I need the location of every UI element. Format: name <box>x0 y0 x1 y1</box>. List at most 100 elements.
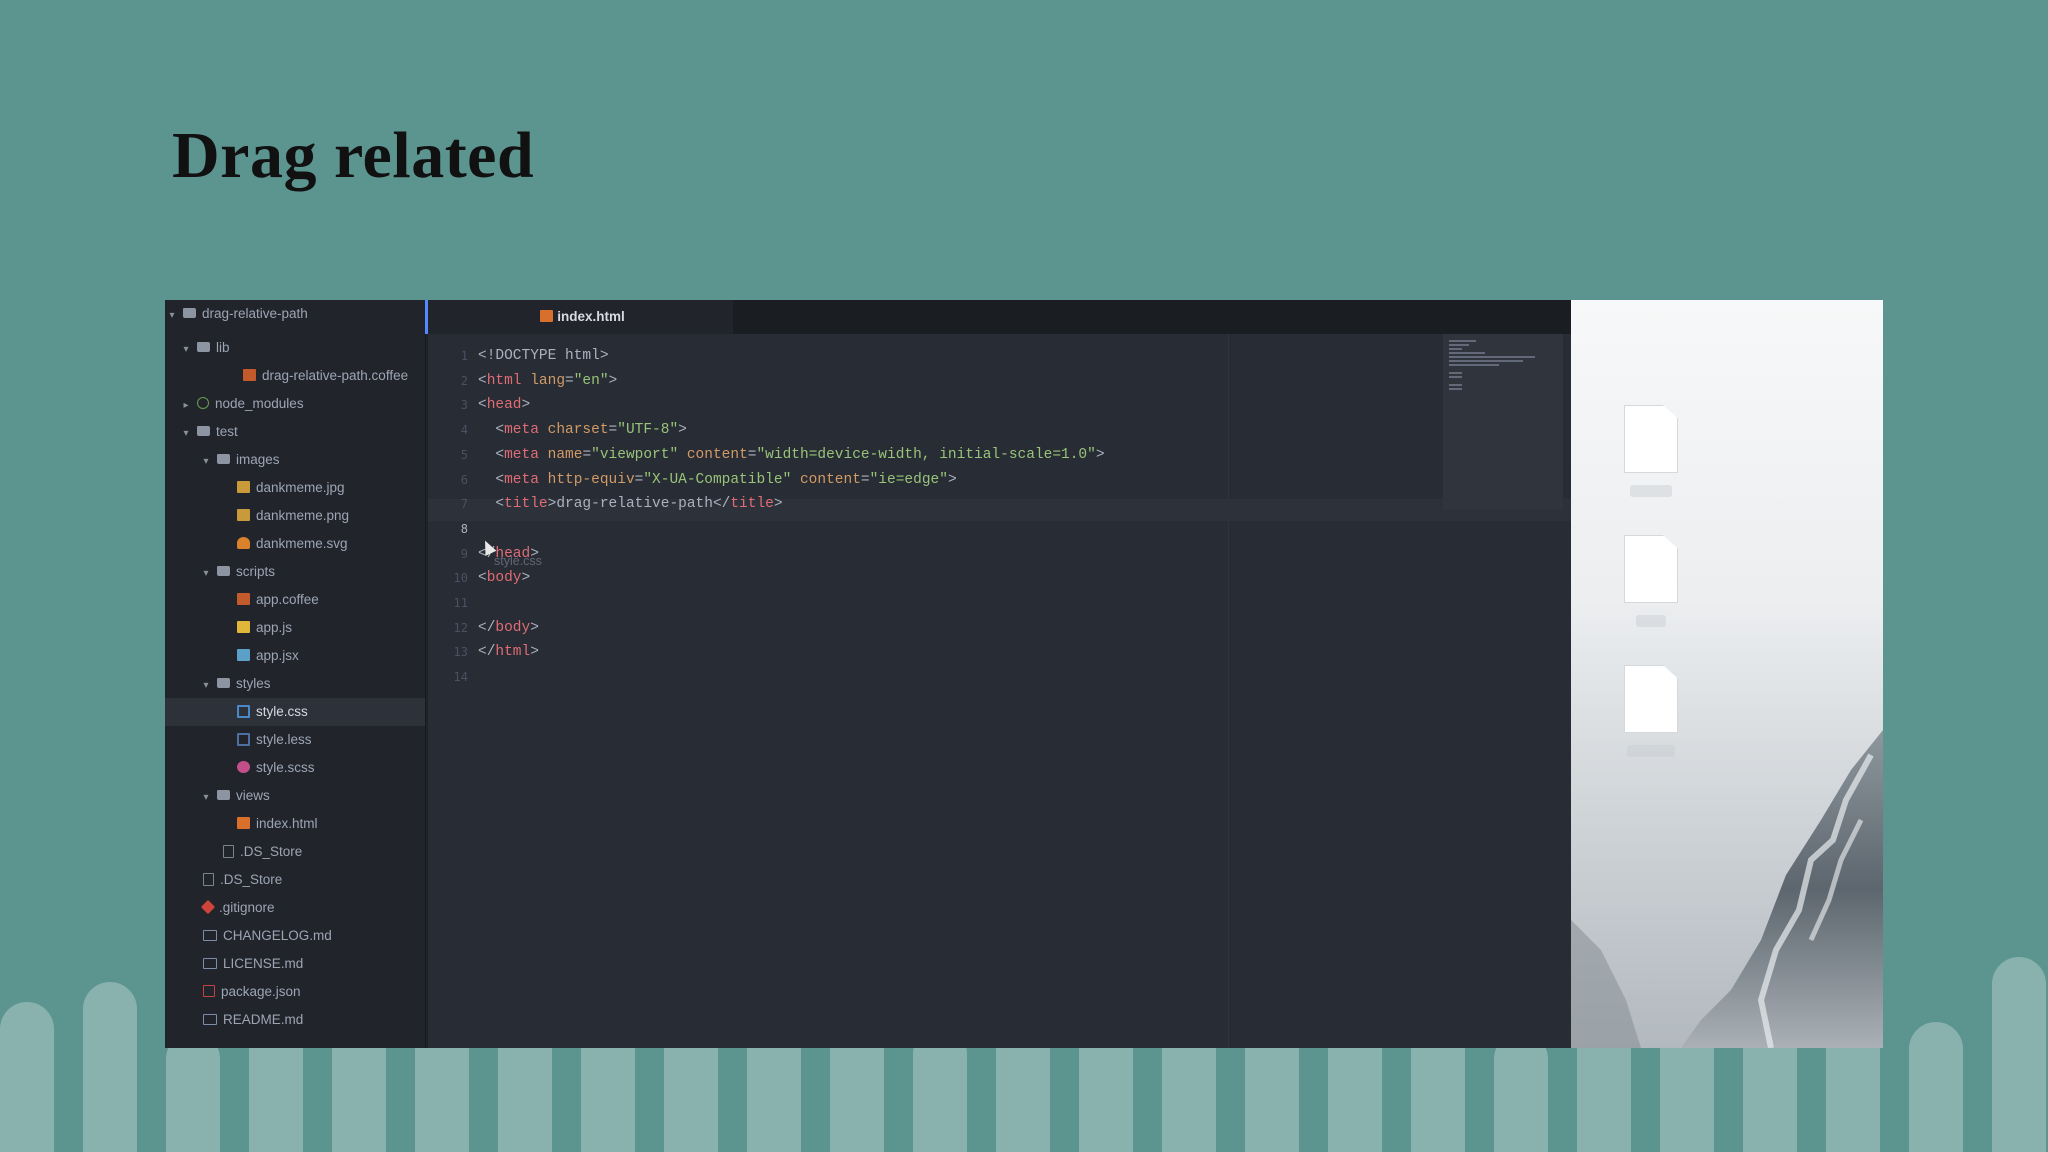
coffee-icon <box>237 593 250 606</box>
line-number: 5 <box>460 447 468 462</box>
chevron-down-icon: ▾ <box>203 456 209 467</box>
tree-item-label: scripts <box>236 564 276 579</box>
tree-file[interactable]: style.css <box>165 698 425 726</box>
tree-item-label: style.css <box>256 704 308 719</box>
tree-file[interactable]: dankmeme.svg <box>165 530 425 558</box>
desktop-wallpaper <box>1571 300 1883 1048</box>
tree-file[interactable]: drag-relative-path.coffee <box>165 362 425 390</box>
drag-ghost-label: style.css <box>494 554 542 568</box>
desktop-file[interactable] <box>1571 665 1731 759</box>
html-icon <box>237 817 250 830</box>
minimap-line <box>1449 348 1462 350</box>
img-icon <box>237 481 250 494</box>
tree-view: ▾ drag-relative-path ▾ lib drag-relative-pa… <box>165 300 426 1048</box>
desktop-file[interactable] <box>1571 535 1731 629</box>
md-icon <box>203 957 217 969</box>
tree-item-label: node_modules <box>215 396 304 411</box>
text-editor[interactable]: 1 2 3 4 5 6 7 8 9 10 11 12 13 14 <!DOCTYPE html> <html… <box>428 334 1571 1048</box>
tree-item-label: styles <box>236 676 271 691</box>
line-number: 10 <box>453 571 468 586</box>
minimap-line <box>1449 344 1469 346</box>
tab-index-html[interactable]: index.html <box>428 300 733 334</box>
code-line: </body> <box>478 619 539 636</box>
tree-folder[interactable]: ▾ test <box>165 418 425 446</box>
minimap-line <box>1449 352 1485 354</box>
svgi-icon <box>237 537 250 550</box>
tree-item-label: .DS_Store <box>240 844 303 859</box>
folder-icon <box>217 790 230 801</box>
minimap[interactable] <box>1443 334 1563 510</box>
tree-file[interactable]: ▸ node_modules <box>165 390 425 418</box>
code-line: <meta http-equiv="X-UA-Compatible" conte… <box>478 471 957 488</box>
md-icon <box>203 1013 217 1025</box>
code-line: <!DOCTYPE html> <box>478 348 609 364</box>
chevron-right-icon: ▸ <box>183 400 189 411</box>
tree-item-label: CHANGELOG.md <box>223 928 332 943</box>
html-file-icon <box>540 310 554 323</box>
tree-file[interactable]: package.json <box>165 978 425 1006</box>
tree-item-label: dankmeme.png <box>256 508 350 523</box>
file-icon <box>1624 405 1678 473</box>
tree-file[interactable]: CHANGELOG.md <box>165 922 425 950</box>
tree-item-label: test <box>216 424 238 439</box>
git-icon <box>200 900 216 915</box>
minimap-line <box>1449 376 1462 378</box>
tree-file[interactable]: app.jsx <box>165 642 425 670</box>
minimap-line <box>1449 388 1462 390</box>
tree-file[interactable]: style.scss <box>165 754 425 782</box>
tree-file[interactable]: index.html <box>165 810 425 838</box>
css-icon <box>237 704 250 718</box>
chevron-down-icon: ▾ <box>203 792 209 803</box>
minimap-line <box>1449 384 1462 386</box>
code-line: </html> <box>478 644 539 661</box>
tree-root-label: drag-relative-path <box>202 306 308 321</box>
decorative-bar <box>1909 1022 1963 1152</box>
tree-file[interactable]: dankmeme.png <box>165 502 425 530</box>
tree-file[interactable]: README.md <box>165 1006 425 1034</box>
tree-folder[interactable]: ▾ scripts <box>165 558 425 586</box>
tree-folder[interactable]: ▾ styles <box>165 670 425 698</box>
tree-folder[interactable]: ▾ images <box>165 446 425 474</box>
code-line: <title>drag-relative-path</title> <box>478 496 783 513</box>
coffee-icon <box>243 369 256 382</box>
tree-file[interactable]: dankmeme.jpg <box>165 474 425 502</box>
folder-icon <box>197 342 210 353</box>
decorative-bar <box>166 1032 220 1152</box>
line-number: 2 <box>460 373 468 388</box>
chevron-down-icon: ▾ <box>183 344 189 355</box>
line-number: 7 <box>460 497 468 512</box>
tree-root[interactable]: ▾ drag-relative-path <box>165 300 425 328</box>
code-line: <html lang="en"> <box>478 372 618 389</box>
tree-item-label: images <box>236 452 280 467</box>
tree-file[interactable]: app.js <box>165 614 425 642</box>
tree-file[interactable]: .gitignore <box>165 894 425 922</box>
tree-item-label: style.less <box>256 732 312 747</box>
decorative-bar <box>0 1002 54 1152</box>
tree-item-label: drag-relative-path.coffee <box>262 368 409 383</box>
tree-folder[interactable]: ▾ views <box>165 782 425 810</box>
tree-item-label: app.coffee <box>256 592 319 607</box>
tree-file[interactable]: style.less <box>165 726 425 754</box>
modules-icon <box>197 397 209 410</box>
tree-file[interactable]: LICENSE.md <box>165 950 425 978</box>
tree-folder[interactable]: ▾ lib <box>165 334 425 362</box>
folder-icon <box>197 426 210 437</box>
tree-item-label: app.js <box>256 620 293 635</box>
tree-file[interactable]: .DS_Store <box>165 838 425 866</box>
code-line: <meta charset="UTF-8"> <box>478 422 687 439</box>
decorative-bar <box>1992 957 2046 1152</box>
line-number: 4 <box>460 423 468 438</box>
file-icon <box>1624 665 1678 733</box>
json-icon <box>203 985 215 998</box>
folder-icon <box>217 454 230 465</box>
tab-bar: index.html <box>428 300 1571 334</box>
desktop-file[interactable] <box>1571 405 1731 499</box>
tree-file[interactable]: app.coffee <box>165 586 425 614</box>
tree-item-label: dankmeme.svg <box>256 536 348 551</box>
tree-item-label: app.jsx <box>256 648 299 663</box>
tree-item-label: README.md <box>223 1012 304 1027</box>
chevron-down-icon: ▾ <box>203 568 209 579</box>
doc-icon <box>203 872 214 886</box>
folder-icon <box>217 566 230 577</box>
tree-file[interactable]: .DS_Store <box>165 866 425 894</box>
